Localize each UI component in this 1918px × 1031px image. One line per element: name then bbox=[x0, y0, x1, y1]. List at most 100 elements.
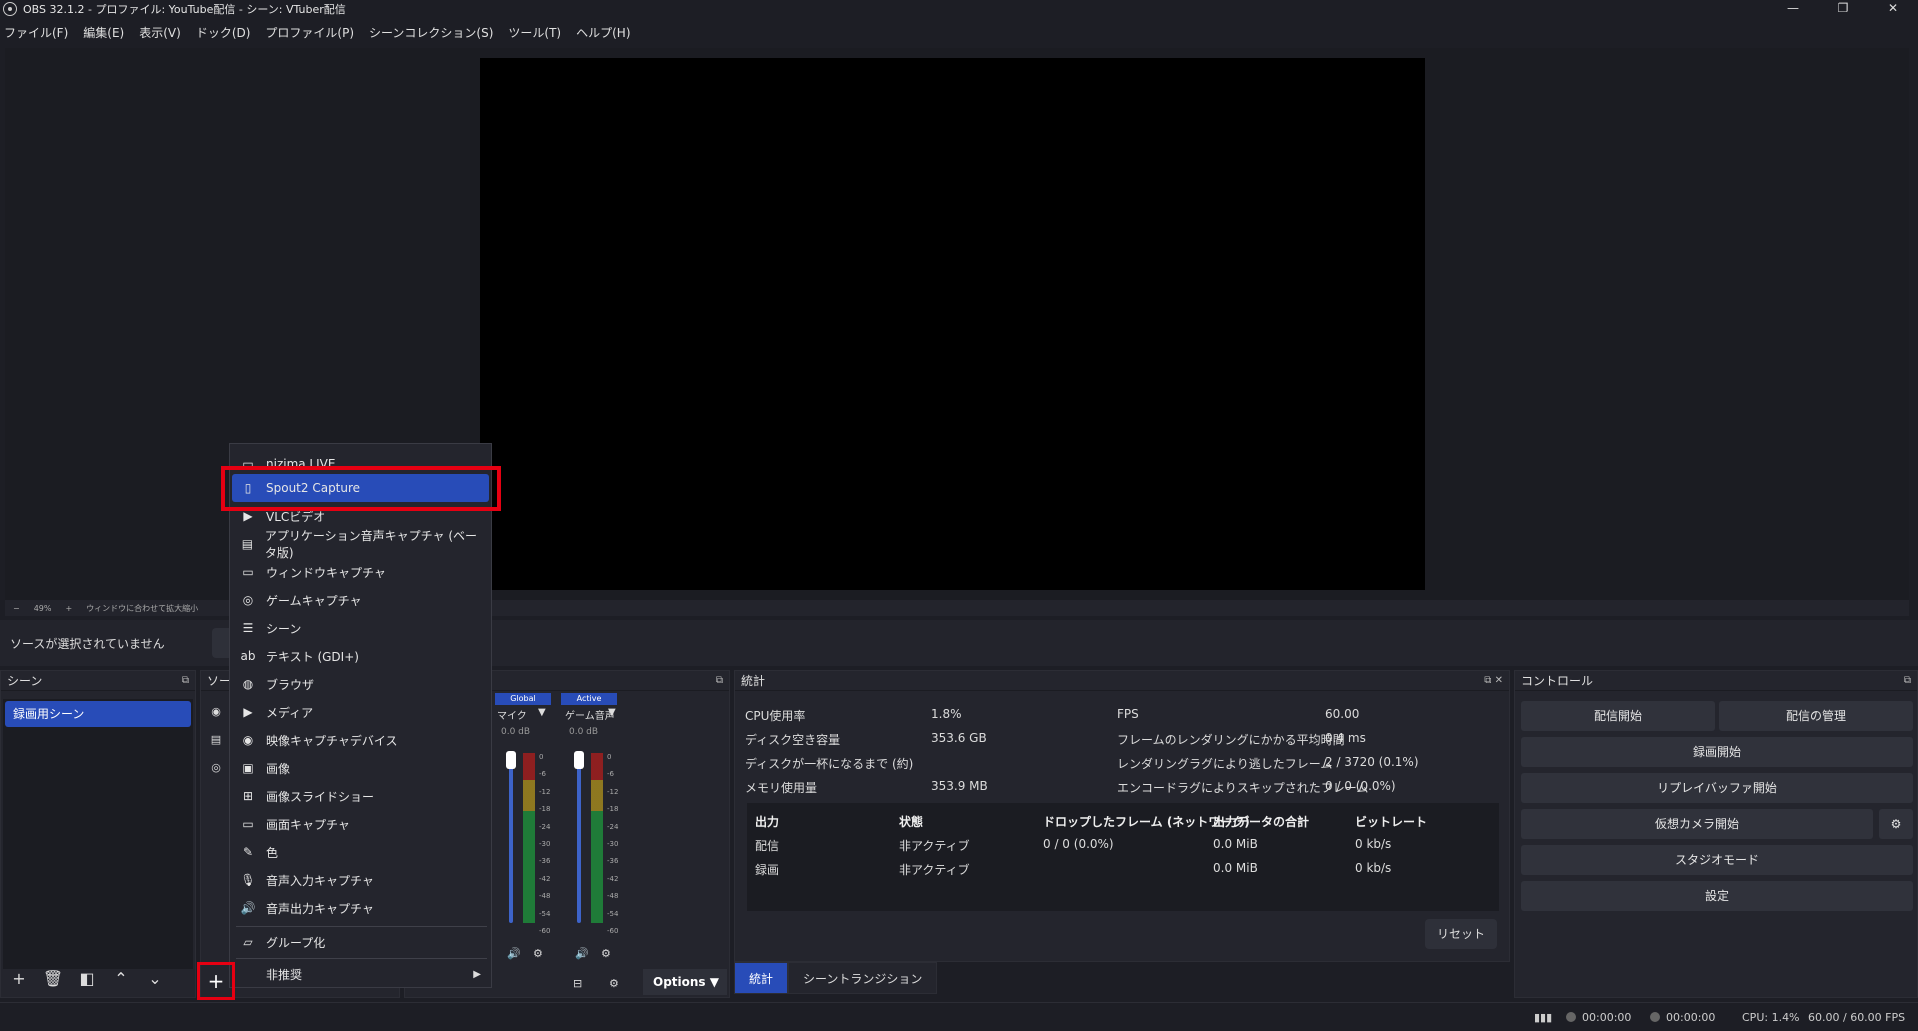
menu-item-game-capture[interactable]: ◎ ゲームキャプチャ bbox=[232, 586, 489, 614]
gear-icon[interactable]: ⚙ bbox=[1879, 809, 1913, 839]
menu-item-text-gdi[interactable]: ab テキスト (GDI+) bbox=[232, 642, 489, 670]
speaker-icon[interactable]: 🔊 bbox=[575, 947, 589, 960]
stats-dock-title: 統計 bbox=[741, 674, 766, 688]
table-cell: 録画 bbox=[755, 863, 780, 877]
menu-item-window-capture[interactable]: ▭ ウィンドウキャプチャ bbox=[232, 558, 489, 586]
add-scene-button[interactable]: + bbox=[7, 967, 31, 991]
preview-canvas[interactable] bbox=[480, 58, 1425, 590]
menu-item-scene[interactable]: ☰ シーン bbox=[232, 614, 489, 642]
speaker-icon[interactable]: 🔊 bbox=[507, 947, 521, 960]
move-down-icon[interactable]: ⌄ bbox=[143, 967, 167, 991]
gear-icon[interactable]: ⚙ bbox=[533, 947, 543, 960]
chevron-down-icon[interactable]: ▼ bbox=[608, 707, 616, 718]
menu-item-color[interactable]: ✎ 色 bbox=[232, 838, 489, 866]
menu-item-app-audio-capture[interactable]: ▤ アプリケーション音声キャプチャ (ベータ版) bbox=[232, 529, 489, 560]
brush-icon: ✎ bbox=[242, 845, 254, 859]
start-streaming-button[interactable]: 配信開始 bbox=[1521, 701, 1715, 731]
menu-item-video-capture-device[interactable]: ◉ 映像キャプチャデバイス bbox=[232, 726, 489, 754]
scene-item[interactable]: 録画用シーン bbox=[5, 701, 191, 727]
start-recording-button[interactable]: 録画開始 bbox=[1521, 737, 1913, 767]
mixer-channel-name[interactable]: マイク bbox=[497, 707, 527, 722]
monitor-icon: ▭ bbox=[242, 817, 254, 831]
stat-value: 353.9 MB bbox=[931, 779, 988, 793]
mixer-options-button[interactable]: Options ▼ bbox=[643, 969, 727, 995]
volume-meter bbox=[523, 753, 535, 923]
filter-icon[interactable]: ◧ bbox=[75, 967, 99, 991]
menu-item-audio-output-capture[interactable]: 🔊 音声出力キャプチャ bbox=[232, 894, 489, 922]
stream-status-icon bbox=[1566, 1012, 1576, 1022]
float-dock-icon[interactable]: ⧉ bbox=[182, 675, 189, 686]
stat-value: 2 / 3720 (0.1%) bbox=[1325, 755, 1419, 769]
menu-item-group[interactable]: ▱ グループ化 bbox=[232, 928, 489, 956]
zoom-out-button[interactable]: − bbox=[13, 604, 20, 613]
play-icon: ▶ bbox=[243, 509, 253, 523]
text-icon: ab bbox=[240, 649, 256, 663]
speaker-icon: 🔊 bbox=[240, 901, 256, 915]
scenes-dock: シーン ⧉ 録画用シーン + 🗑 ◧ ⌃ ⌄ bbox=[0, 670, 196, 998]
scene-list[interactable]: 録画用シーン bbox=[3, 699, 193, 969]
menu-docks[interactable]: ドック(D) bbox=[196, 24, 251, 41]
float-dock-icon[interactable]: ⧉ bbox=[716, 675, 723, 686]
menu-edit[interactable]: 編集(E) bbox=[83, 24, 124, 41]
volume-meter bbox=[591, 753, 603, 923]
maximize-button[interactable]: ❐ bbox=[1818, 0, 1868, 18]
gamepad-icon[interactable]: ◎ bbox=[205, 757, 227, 779]
close-window-button[interactable]: ✕ bbox=[1868, 0, 1918, 18]
output-header: ビットレート bbox=[1355, 815, 1428, 829]
camera-icon: ◉ bbox=[242, 733, 254, 747]
chevron-down-icon[interactable]: ▼ bbox=[538, 707, 546, 718]
stream-time: 00:00:00 bbox=[1566, 1011, 1631, 1024]
tab-scene-transitions[interactable]: シーントランジション bbox=[788, 962, 938, 994]
start-replay-buffer-button[interactable]: リプレイバッファ開始 bbox=[1521, 773, 1913, 803]
mixer-settings-icon[interactable]: ⚙ bbox=[609, 977, 619, 990]
stat-value: 1.8% bbox=[931, 707, 962, 721]
menu-file[interactable]: ファイル(F) bbox=[4, 24, 68, 41]
menu-separator bbox=[236, 926, 487, 927]
volume-fader[interactable] bbox=[577, 753, 581, 923]
volume-fader-knob[interactable] bbox=[506, 751, 516, 769]
add-source-button[interactable]: + bbox=[197, 962, 235, 1000]
network-icon: ▮▮▮ bbox=[1534, 1011, 1553, 1024]
menu-item-browser[interactable]: ◍ ブラウザ bbox=[232, 670, 489, 698]
close-icon[interactable]: ⧉ ✕ bbox=[1484, 675, 1503, 686]
zoom-in-button[interactable]: + bbox=[65, 604, 72, 613]
minimize-button[interactable]: — bbox=[1768, 0, 1818, 18]
layout-icon[interactable]: ⊟ bbox=[573, 977, 582, 990]
menu-view[interactable]: 表示(V) bbox=[139, 24, 181, 41]
stat-label: フレームのレンダリングにかかる平均時間 bbox=[1117, 733, 1345, 747]
tab-stats[interactable]: 統計 bbox=[734, 962, 789, 994]
move-up-icon[interactable]: ⌃ bbox=[109, 967, 133, 991]
volume-fader-knob[interactable] bbox=[574, 751, 584, 769]
studio-mode-button[interactable]: スタジオモード bbox=[1521, 845, 1913, 875]
menu-item-image-slideshow[interactable]: ⊞ 画像スライドショー bbox=[232, 782, 489, 810]
settings-button[interactable]: 設定 bbox=[1521, 881, 1913, 911]
menu-scene-collection[interactable]: シーンコレクション(S) bbox=[369, 24, 493, 41]
gear-icon[interactable]: ⚙ bbox=[601, 947, 611, 960]
fps-display: 60.00 / 60.00 FPS bbox=[1808, 1011, 1906, 1024]
manage-broadcast-button[interactable]: 配信の管理 bbox=[1719, 701, 1913, 731]
camera-icon[interactable]: ◉ bbox=[205, 701, 227, 723]
menu-help[interactable]: ヘルプ(H) bbox=[576, 24, 630, 41]
gamepad-icon: ◎ bbox=[242, 593, 254, 607]
menu-item-audio-input-capture[interactable]: 🎙 音声入力キャプチャ bbox=[232, 866, 489, 894]
menu-profile[interactable]: プロファイル(P) bbox=[265, 24, 354, 41]
fit-to-window-button[interactable]: ウィンドウに合わせて拡大縮小 bbox=[86, 603, 198, 614]
start-virtual-camera-button[interactable]: 仮想カメラ開始 bbox=[1521, 809, 1873, 839]
reset-stats-button[interactable]: リセット bbox=[1425, 919, 1497, 949]
menu-item-deprecated[interactable]: 非推奨 ▶ bbox=[232, 960, 489, 988]
menu-tools[interactable]: ツール(T) bbox=[508, 24, 561, 41]
microphone-icon: 🎙 bbox=[240, 873, 256, 887]
trash-icon[interactable]: 🗑 bbox=[41, 967, 65, 991]
window-title: OBS 32.1.2 - プロファイル: YouTube配信 - シーン: VT… bbox=[23, 3, 346, 16]
menu-item-image[interactable]: ▣ 画像 bbox=[232, 754, 489, 782]
float-dock-icon[interactable]: ⧉ bbox=[1904, 675, 1911, 686]
stat-label: ディスクが一杯になるまで (約) bbox=[745, 757, 914, 771]
no-source-selected-label: ソースが選択されていません bbox=[10, 636, 165, 651]
stat-value: 60.00 bbox=[1325, 707, 1360, 721]
app-audio-icon[interactable]: ▤ bbox=[205, 729, 227, 751]
table-cell: 非アクティブ bbox=[899, 863, 970, 877]
menu-item-media[interactable]: ▶ メディア bbox=[232, 698, 489, 726]
menu-item-display-capture[interactable]: ▭ 画面キャプチャ bbox=[232, 810, 489, 838]
list-icon: ☰ bbox=[242, 621, 254, 635]
volume-fader[interactable] bbox=[509, 753, 513, 923]
